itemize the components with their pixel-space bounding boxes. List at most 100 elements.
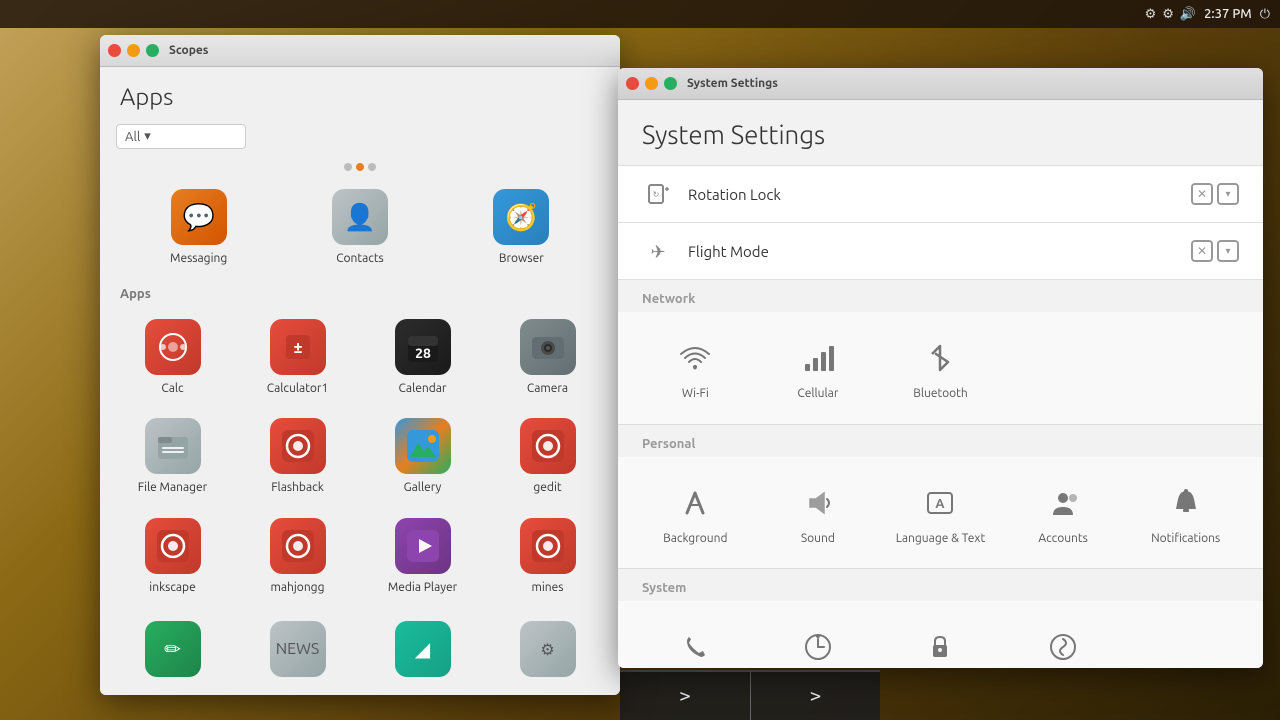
dot-3 bbox=[368, 163, 376, 171]
phone-icon bbox=[673, 625, 717, 668]
sound-label: Sound bbox=[801, 531, 835, 547]
app-item-inkscape[interactable]: inkscape bbox=[112, 508, 233, 604]
taskbar: ⚙ ⚙ 🔊 2:37 PM ⏻ bbox=[0, 0, 1280, 28]
settings-item-sound[interactable]: Sound bbox=[757, 469, 880, 557]
bluetooth-label: Bluetooth bbox=[913, 386, 968, 402]
accounts-icon bbox=[1041, 481, 1085, 525]
terminal-prompt-2: > bbox=[810, 686, 821, 707]
settings-item-security[interactable]: Security & Privacy bbox=[879, 613, 1002, 668]
cellular-icon bbox=[796, 336, 840, 380]
app-item-extra4[interactable]: ⚙ bbox=[487, 611, 608, 691]
app-icon-filemanager bbox=[145, 418, 201, 474]
settings-maximize-button[interactable] bbox=[664, 77, 677, 90]
apps-section-label: Apps bbox=[100, 279, 620, 305]
app-item-contacts[interactable]: 👤 Contacts bbox=[281, 179, 438, 275]
rotation-lock-icon: ↻ bbox=[642, 178, 674, 210]
flight-mode-toggle[interactable]: ✕ ▾ bbox=[1191, 240, 1239, 262]
app-label-mahjongg: mahjongg bbox=[271, 580, 325, 596]
security-icon bbox=[918, 625, 962, 668]
settings-item-language[interactable]: A Language & Text bbox=[879, 469, 1002, 557]
app-item-calculator1[interactable]: ± Calculator1 bbox=[237, 309, 358, 405]
app-item-filemanager[interactable]: File Manager bbox=[112, 408, 233, 504]
filter-dropdown[interactable]: All ▾ bbox=[116, 124, 246, 149]
flight-mode-icon: ✈ bbox=[642, 235, 674, 267]
personal-section-header: Personal bbox=[618, 425, 1263, 457]
app-item-extra3[interactable]: ◢ bbox=[362, 611, 483, 691]
time-icon bbox=[796, 625, 840, 668]
app-item-mahjongg[interactable]: mahjongg bbox=[237, 508, 358, 604]
app-label-flashback: Flashback bbox=[271, 480, 324, 496]
bluetooth-icon bbox=[918, 336, 962, 380]
system-grid: Phone Time & Date bbox=[618, 601, 1263, 668]
app-label-contacts: Contacts bbox=[336, 251, 384, 267]
accounts-label: Accounts bbox=[1038, 531, 1088, 547]
app-icon-flashback bbox=[270, 418, 326, 474]
app-label-gallery: Gallery bbox=[404, 480, 442, 496]
rotation-lock-row[interactable]: ↻ Rotation Lock ✕ ▾ bbox=[618, 166, 1263, 223]
system-clock: 2:37 PM bbox=[1204, 7, 1252, 21]
settings-item-wifi[interactable]: Wi-Fi bbox=[634, 324, 757, 412]
app-item-mines[interactable]: mines bbox=[487, 508, 608, 604]
app-item-flashback[interactable]: Flashback bbox=[237, 408, 358, 504]
settings-minimize-button[interactable] bbox=[645, 77, 658, 90]
app-item-camera[interactable]: Camera bbox=[487, 309, 608, 405]
app-icon-extra4: ⚙ bbox=[520, 621, 576, 677]
app-item-mediaplayer[interactable]: Media Player bbox=[362, 508, 483, 604]
background-label: Background bbox=[663, 531, 727, 547]
rotation-lock-label: Rotation Lock bbox=[688, 186, 1191, 203]
settings-item-updates[interactable]: Updates bbox=[1002, 613, 1125, 668]
app-label-messaging: Messaging bbox=[170, 251, 227, 267]
svg-text:A: A bbox=[936, 497, 946, 511]
settings-item-accounts[interactable]: Accounts bbox=[1002, 469, 1125, 557]
cellular-label: Cellular bbox=[797, 386, 838, 402]
app-icon-messaging: 💬 bbox=[171, 189, 227, 245]
app-item-messaging[interactable]: 💬 Messaging bbox=[120, 179, 277, 275]
settings-content: System Settings ↻ Rotation Lock ✕ ▾ bbox=[618, 100, 1263, 668]
svg-text:±: ± bbox=[293, 339, 302, 357]
settings-item-background[interactable]: Background bbox=[634, 469, 757, 557]
app-item-browser[interactable]: 🧭 Browser bbox=[443, 179, 600, 275]
svg-text:✈: ✈ bbox=[650, 242, 665, 262]
rotation-lock-toggle[interactable]: ✕ ▾ bbox=[1191, 183, 1239, 205]
svg-text:↻: ↻ bbox=[653, 190, 660, 199]
app-item-gedit[interactable]: gedit bbox=[487, 408, 608, 504]
network-section-header: Network bbox=[618, 280, 1263, 312]
app-icon-calendar: 28 bbox=[395, 319, 451, 375]
app-item-extra2[interactable]: NEWS bbox=[237, 611, 358, 691]
settings-titlebar-label: System Settings bbox=[687, 77, 778, 90]
settings-item-time[interactable]: Time & Date bbox=[757, 613, 880, 668]
terminal-2[interactable]: > bbox=[750, 670, 880, 720]
app-label-filemanager: File Manager bbox=[138, 480, 207, 496]
minimize-button[interactable] bbox=[127, 44, 140, 57]
settings-item-cellular[interactable]: Cellular bbox=[757, 324, 880, 412]
settings-item-phone[interactable]: Phone bbox=[634, 613, 757, 668]
settings-item-notifications[interactable]: Notifications bbox=[1124, 469, 1247, 557]
scopes-titlebar: Scopes bbox=[100, 35, 620, 67]
system-section-header: System bbox=[618, 569, 1263, 601]
app-icon-gallery bbox=[395, 418, 451, 474]
settings-close-button[interactable] bbox=[626, 77, 639, 90]
app-item-calc[interactable]: Calc bbox=[112, 309, 233, 405]
maximize-button[interactable] bbox=[146, 44, 159, 57]
app-label-calculator1: Calculator1 bbox=[267, 381, 328, 397]
settings-icon: ⚙ bbox=[1162, 7, 1174, 22]
app-item-calendar[interactable]: 28 Calendar bbox=[362, 309, 483, 405]
dot-1 bbox=[344, 163, 352, 171]
featured-apps-row: 💬 Messaging 👤 Contacts 🧭 Browser bbox=[100, 175, 620, 279]
app-label-gedit: gedit bbox=[533, 480, 561, 496]
terminal-1[interactable]: > bbox=[620, 670, 750, 720]
app-item-extra1[interactable]: ✏ bbox=[112, 611, 233, 691]
power-icon: ⏻ bbox=[1260, 7, 1270, 22]
app-label-calc: Calc bbox=[161, 381, 183, 397]
settings-item-bluetooth[interactable]: Bluetooth bbox=[879, 324, 1002, 412]
app-icon-calculator1: ± bbox=[270, 319, 326, 375]
flight-mode-row[interactable]: ✈ Flight Mode ✕ ▾ bbox=[618, 223, 1263, 280]
flight-toggle-chevron-icon: ▾ bbox=[1217, 240, 1239, 262]
close-button[interactable] bbox=[108, 44, 121, 57]
app-label-mediaplayer: Media Player bbox=[388, 580, 457, 596]
app-item-gallery[interactable]: Gallery bbox=[362, 408, 483, 504]
app-icon-contacts: 👤 bbox=[332, 189, 388, 245]
scopes-window: Scopes Apps All ▾ 💬 Messaging bbox=[100, 35, 620, 695]
taskbar-system-icons: ⚙ ⚙ 🔊 bbox=[1145, 7, 1197, 22]
app-icon-browser: 🧭 bbox=[493, 189, 549, 245]
